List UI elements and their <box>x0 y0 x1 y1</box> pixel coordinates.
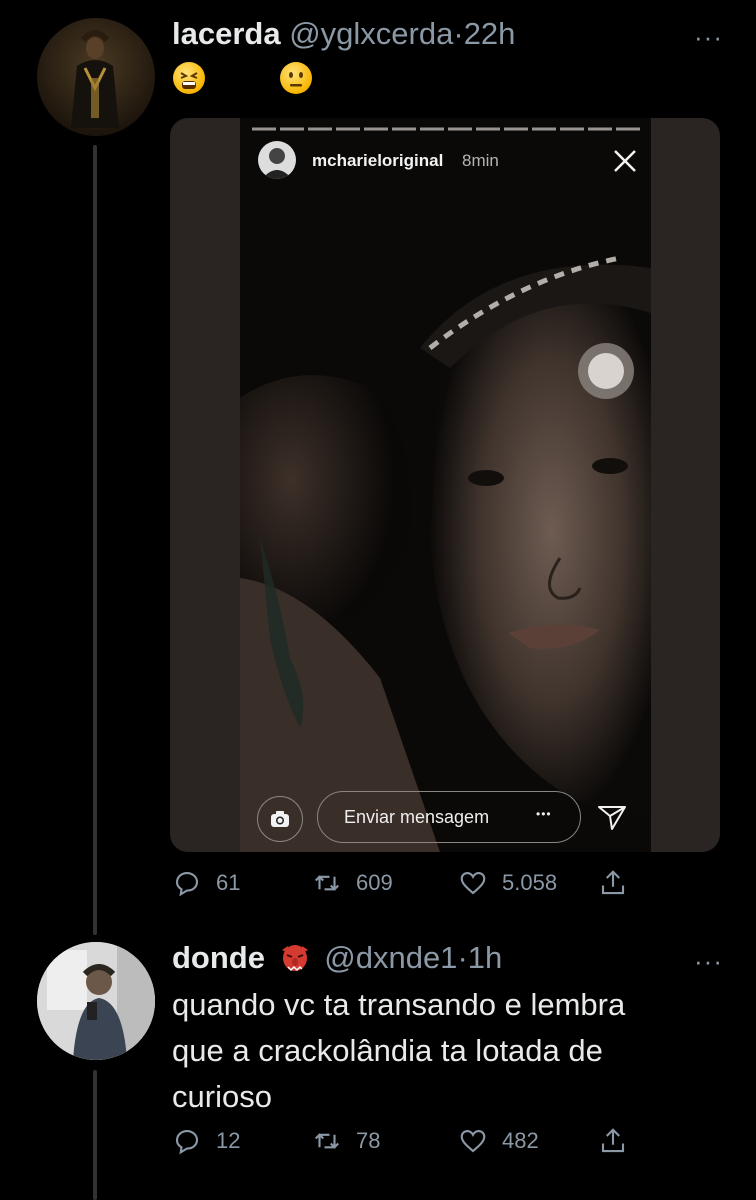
tweet-lacerda: lacerda @yglxcerda·22h ··· mcharielorigi… <box>0 0 756 935</box>
reply-count: 12 <box>216 1128 241 1153</box>
avatar[interactable] <box>37 18 155 136</box>
tweet-text-line: quando vc ta transando e lembra <box>172 987 626 1022</box>
send-icon[interactable] <box>596 801 628 833</box>
more-options-icon[interactable]: ··· <box>694 946 723 977</box>
timestamp[interactable]: 1h <box>468 940 502 975</box>
retweet-button[interactable]: 609 <box>312 868 393 898</box>
reply-icon <box>175 871 199 897</box>
like-button[interactable]: 482 <box>458 1126 539 1156</box>
thread-line <box>93 1070 97 1200</box>
reply-button[interactable]: 12 <box>172 1126 240 1156</box>
tweet-media-image[interactable]: mcharieloriginal 8min Enviar mensagem ••… <box>170 118 720 852</box>
story-frame: mcharieloriginal 8min Enviar mensagem ••… <box>240 118 651 852</box>
reply-button[interactable]: 61 <box>172 868 240 898</box>
tired-face-emoji-icon <box>173 62 205 94</box>
retweet-icon <box>314 1133 340 1149</box>
close-icon[interactable] <box>612 148 638 174</box>
retweet-button[interactable]: 78 <box>312 1126 380 1156</box>
story-username[interactable]: mcharieloriginal <box>312 151 443 171</box>
tweet-text: quando vc ta transando e lembra que a cr… <box>172 982 732 1120</box>
separator-dot: · <box>457 940 468 975</box>
share-button[interactable] <box>598 1126 628 1156</box>
share-button[interactable] <box>598 868 628 898</box>
heart-icon <box>460 871 486 895</box>
tweet-text-line: curioso <box>172 1079 272 1114</box>
neutral-face-emoji-icon <box>280 62 312 94</box>
share-icon <box>601 1128 625 1153</box>
separator-dot: · <box>453 16 464 51</box>
goblin-emoji-icon <box>278 940 312 974</box>
camera-icon[interactable] <box>257 796 303 842</box>
retweet-icon <box>314 875 340 891</box>
story-avatar[interactable] <box>258 141 296 179</box>
thread-line <box>93 145 97 935</box>
timestamp[interactable]: 22h <box>464 16 516 51</box>
heart-icon <box>460 1129 486 1153</box>
reply-icon <box>175 1129 199 1155</box>
tweet-donde: donde @dxnde1·1h ··· quando vc ta transa… <box>0 930 756 1200</box>
tweet-header: lacerda @yglxcerda·22h <box>172 16 515 52</box>
message-input[interactable]: Enviar mensagem ••• <box>317 791 581 843</box>
story-time: 8min <box>462 151 499 170</box>
avatar[interactable] <box>37 942 155 1060</box>
message-placeholder: Enviar mensagem <box>344 807 490 827</box>
reply-count: 61 <box>216 870 241 895</box>
retweet-count: 609 <box>356 870 393 895</box>
display-name[interactable]: donde <box>172 940 265 975</box>
message-more-icon[interactable]: ••• <box>536 807 552 821</box>
user-handle[interactable]: @yglxcerda <box>289 16 453 51</box>
retweet-count: 78 <box>356 1128 381 1153</box>
tweet-header: donde @dxnde1·1h <box>172 940 502 976</box>
like-count: 5.058 <box>502 870 558 895</box>
display-name[interactable]: lacerda <box>172 16 281 51</box>
share-icon <box>601 870 625 895</box>
more-options-icon[interactable]: ··· <box>694 22 723 53</box>
user-handle[interactable]: @dxnde1 <box>324 940 457 975</box>
like-button[interactable]: 5.058 <box>458 868 557 898</box>
tweet-text-line: que a crackolândia ta lotada de <box>172 1033 603 1068</box>
like-count: 482 <box>502 1128 539 1153</box>
